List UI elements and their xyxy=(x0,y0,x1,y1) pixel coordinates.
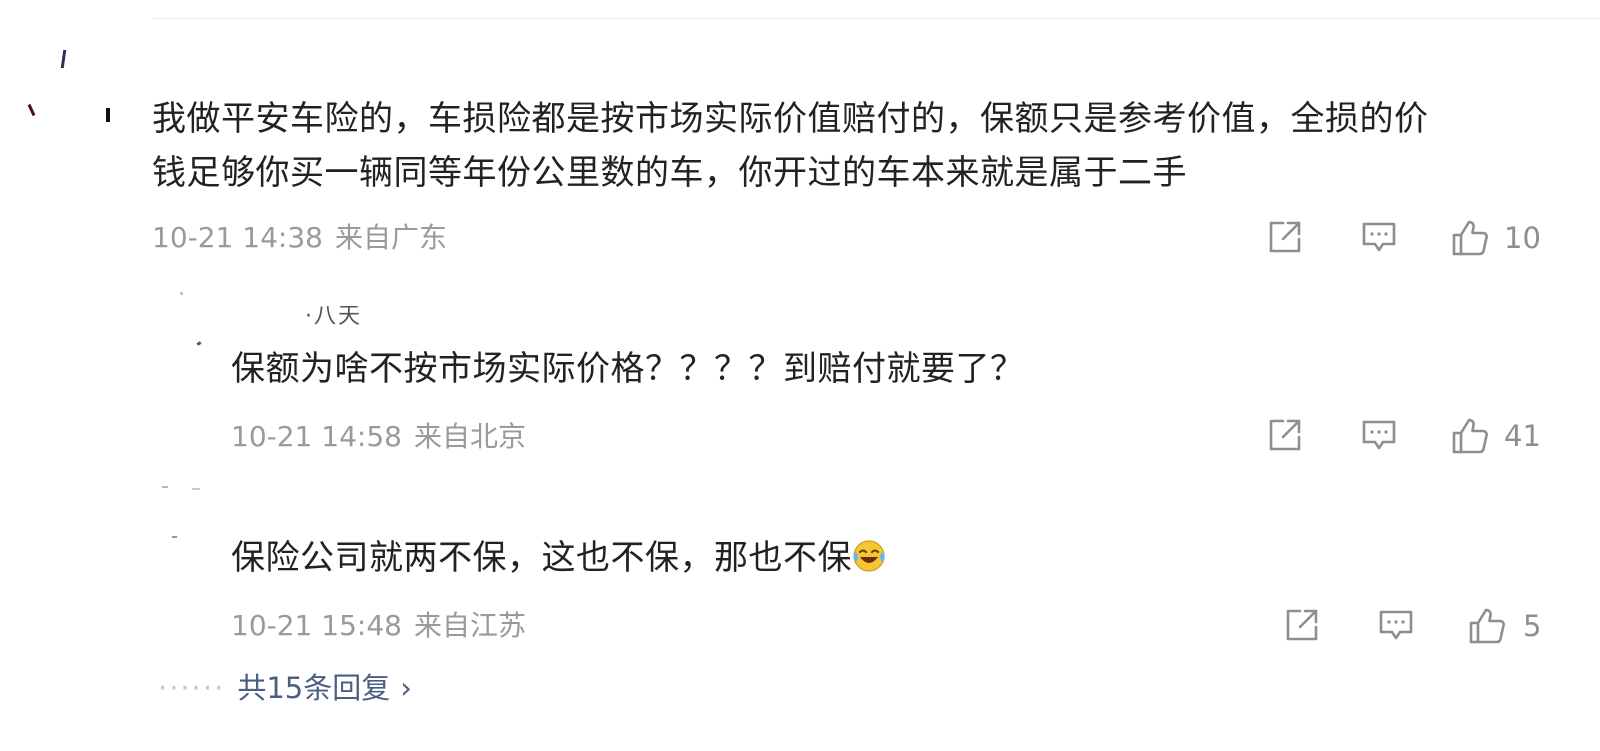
comment-text-line: 保额为啥不按市场实际价格？？？？到赔付就要了？ xyxy=(231,349,1025,389)
comment-text-line: 保险公司就两不保，这也不保，那也不保 xyxy=(231,531,886,585)
thumbs-up-icon[interactable] xyxy=(1450,416,1490,460)
avatar[interactable] xyxy=(196,341,202,346)
comment-text: 保险公司就两不保，这也不保，那也不保 xyxy=(231,531,886,585)
location: 来自北京 xyxy=(413,420,526,453)
share-icon[interactable] xyxy=(1266,416,1304,458)
location: 来自江苏 xyxy=(413,609,526,642)
comment-actions: 10 xyxy=(1266,218,1600,258)
comment-icon[interactable] xyxy=(1377,606,1415,648)
comment-icon[interactable] xyxy=(1360,416,1398,458)
timestamp: 10-21 14:38 xyxy=(152,221,323,254)
share-icon[interactable] xyxy=(1283,606,1321,648)
avatar[interactable] xyxy=(162,486,168,488)
comment-meta: 10-21 14:38 来自广东 xyxy=(152,223,447,253)
thumbs-up-icon[interactable] xyxy=(1467,606,1507,650)
comment-actions: 41 xyxy=(1266,416,1600,456)
avatar[interactable] xyxy=(172,536,177,538)
comment-text: 我做平安车险的，车损险都是按市场实际价值赔付的，保额只是参考价值，全损的价 钱足… xyxy=(152,92,1429,200)
dots-separator: ······ xyxy=(158,671,226,705)
comment-text-content: 保险公司就两不保，这也不保，那也不保 xyxy=(231,538,852,578)
more-replies-link[interactable]: ······ 共15条回复 › xyxy=(158,670,412,706)
comment-thread: ·八天 我做平安车险的，车损险都是按市场实际价值赔付的，保额只是参考价值，全损的… xyxy=(0,0,1600,751)
like-count: 10 xyxy=(1504,221,1541,255)
chevron-right-icon[interactable]: › xyxy=(400,671,412,705)
avatar[interactable] xyxy=(180,292,183,295)
thumbs-up-icon[interactable] xyxy=(1450,218,1490,262)
comment-text-line: 钱足够你买一辆同等年份公里数的车，你开过的车本来就是属于二手 xyxy=(152,153,1187,193)
comment-icon[interactable] xyxy=(1360,218,1398,260)
laughing-crying-emoji-icon xyxy=(853,540,885,572)
timestamp: 10-21 14:58 xyxy=(231,420,402,453)
location: 来自广东 xyxy=(334,221,447,254)
username-fragment[interactable]: ·八天 xyxy=(305,306,362,326)
comment-text-line: 我做平安车险的，车损险都是按市场实际价值赔付的，保额只是参考价值，全损的价 xyxy=(152,99,1429,139)
comment-text: 保额为啥不按市场实际价格？？？？到赔付就要了？ xyxy=(231,342,1025,396)
comment-meta: 10-21 14:58 来自北京 xyxy=(231,422,526,452)
comment-meta: 10-21 15:48 来自江苏 xyxy=(231,611,526,641)
share-icon[interactable] xyxy=(1266,218,1304,260)
username-fragment[interactable] xyxy=(192,488,200,490)
timestamp: 10-21 15:48 xyxy=(231,609,402,642)
comment-actions: 5 xyxy=(1283,606,1600,646)
like-count: 5 xyxy=(1523,609,1542,643)
avatar[interactable] xyxy=(27,46,118,141)
more-replies-label[interactable]: 共15条回复 xyxy=(237,671,390,705)
divider xyxy=(152,18,1600,19)
like-count: 41 xyxy=(1504,419,1541,453)
